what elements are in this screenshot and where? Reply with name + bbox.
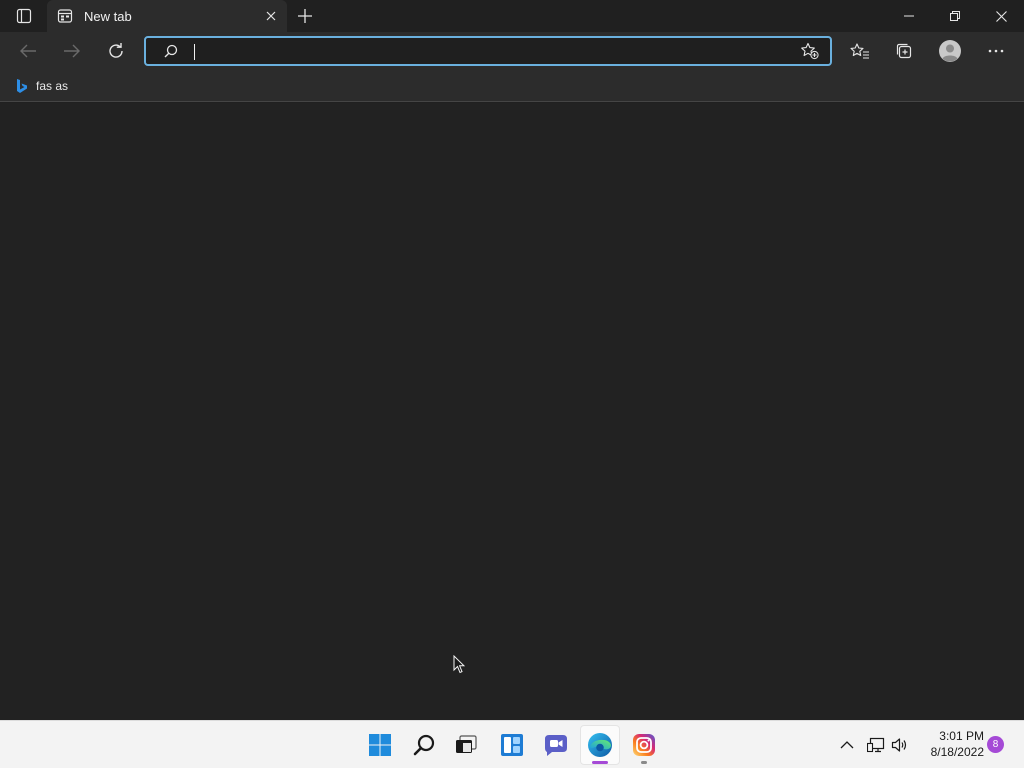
forward-button[interactable]	[56, 35, 88, 67]
restore-button[interactable]	[932, 0, 978, 32]
navigation-toolbar	[0, 32, 1024, 70]
favorites-button[interactable]	[844, 35, 876, 67]
tab-actions-icon	[16, 8, 32, 24]
chat-button[interactable]	[536, 725, 576, 765]
widgets-button[interactable]	[492, 725, 532, 765]
taskbar: 3:01 PM 8/18/2022	[0, 720, 1024, 768]
favorites-icon	[850, 43, 869, 59]
chevron-up-icon	[840, 741, 854, 749]
refresh-icon	[109, 43, 123, 58]
profile-button[interactable]	[934, 35, 966, 67]
favorites-bar: fas as	[0, 70, 1024, 102]
close-icon	[266, 11, 276, 21]
close-icon	[995, 10, 1007, 22]
text-caret	[194, 44, 195, 60]
back-button[interactable]	[12, 35, 44, 67]
mouse-pointer-icon	[453, 655, 465, 674]
task-view-icon	[456, 735, 477, 753]
clock-time: 3:01 PM	[939, 729, 984, 743]
close-window-button[interactable]	[978, 0, 1024, 32]
star-add-icon	[801, 42, 819, 60]
clock-date: 8/18/2022	[930, 745, 984, 759]
windows-start-icon	[369, 734, 391, 756]
volume-button[interactable]	[888, 729, 912, 761]
tab-actions-menu-button[interactable]	[8, 0, 40, 32]
settings-more-button[interactable]	[980, 35, 1012, 67]
volume-icon	[891, 738, 907, 752]
clock-button[interactable]: 3:01 PM 8/18/2022	[916, 728, 984, 760]
tab-new-tab[interactable]: New tab	[47, 0, 287, 32]
arrow-right-icon	[64, 44, 80, 58]
network-button[interactable]	[864, 729, 888, 761]
more-icon	[988, 49, 1004, 53]
new-tab-page-icon	[57, 8, 73, 24]
add-favorite-button[interactable]	[794, 38, 826, 64]
address-input[interactable]	[181, 38, 794, 64]
favorite-item[interactable]: fas as	[12, 74, 72, 98]
search-icon	[161, 44, 181, 58]
active-app-indicator	[592, 761, 608, 764]
close-tab-button[interactable]	[259, 4, 283, 28]
refresh-button[interactable]	[100, 35, 132, 67]
show-hidden-icons-button[interactable]	[836, 729, 858, 761]
minimize-icon	[904, 15, 914, 17]
instagram-taskbar-button[interactable]	[624, 725, 664, 765]
avatar-icon	[939, 40, 961, 62]
edge-icon	[588, 733, 612, 757]
collections-button[interactable]	[888, 35, 920, 67]
arrow-left-icon	[20, 44, 36, 58]
title-bar: New tab	[0, 0, 1024, 32]
bing-icon	[17, 79, 27, 93]
favorite-item-label: fas as	[36, 79, 69, 93]
instagram-icon	[633, 734, 655, 756]
task-view-button[interactable]	[446, 725, 486, 765]
restore-icon	[950, 11, 960, 21]
minimize-button[interactable]	[886, 0, 932, 32]
page-content[interactable]	[0, 103, 1024, 720]
network-icon	[867, 737, 885, 753]
chat-icon	[545, 735, 567, 756]
edge-taskbar-button[interactable]	[580, 725, 620, 765]
taskbar-search-button[interactable]	[404, 725, 444, 765]
running-app-indicator	[641, 761, 647, 764]
search-icon	[413, 734, 435, 756]
address-bar[interactable]	[144, 36, 832, 66]
notification-center-badge[interactable]: 8	[987, 736, 1004, 753]
plus-icon	[298, 9, 312, 23]
start-button[interactable]	[360, 725, 400, 765]
tab-title: New tab	[84, 8, 132, 24]
widgets-icon	[501, 734, 523, 756]
collections-icon	[896, 43, 912, 59]
new-tab-button[interactable]	[291, 2, 319, 30]
